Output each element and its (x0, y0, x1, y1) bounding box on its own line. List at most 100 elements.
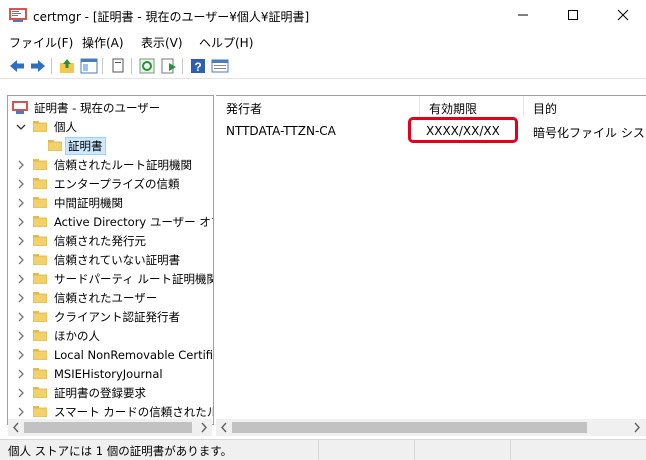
up-folder-icon[interactable] (58, 57, 76, 75)
tree-item-third-party-root[interactable]: サードパーティ ルート証明機関 (8, 269, 213, 288)
tree-item-label: クライアント認証発行者 (54, 309, 181, 324)
tree-item-label: 証明書 - 現在のユーザー (34, 100, 161, 115)
scroll-thumb[interactable] (232, 422, 587, 433)
scroll-right-icon[interactable] (199, 422, 209, 433)
toolbar-separator (51, 58, 52, 74)
tree-item-label: Local NonRemovable Certific (54, 347, 213, 362)
status-divider (318, 440, 320, 460)
tree-item-label: ほかの人 (54, 328, 100, 343)
tree-item-enrollment-requests[interactable]: 証明書の登録要求 (8, 383, 213, 402)
properties-icon[interactable] (211, 57, 229, 75)
tree-item-trusted-root[interactable]: 信頼されたルート証明機関 (8, 155, 213, 174)
status-divider (414, 440, 416, 460)
folder-icon (33, 406, 47, 417)
cell-issuer: NTTDATA-TTZN-CA (226, 124, 336, 138)
tree-item-personal[interactable]: 個人 (8, 117, 213, 136)
chevron-right-icon (18, 388, 24, 398)
tree-item-enterprise-trust[interactable]: エンタープライズの信頼 (8, 174, 213, 193)
tree-item-label: MSIEHistoryJournal (54, 366, 163, 381)
forward-arrow-icon[interactable] (29, 57, 47, 75)
column-header-expiration[interactable]: 有効期限 (429, 100, 477, 117)
folder-icon (33, 197, 47, 208)
close-button[interactable] (600, 0, 646, 30)
chevron-right-icon (18, 217, 24, 227)
tree-item-ad-user-object[interactable]: Active Directory ユーザー オブジ (8, 212, 213, 231)
show-hide-tree-icon[interactable] (80, 57, 98, 75)
column-header-purpose[interactable]: 目的 (533, 100, 557, 117)
folder-icon (33, 349, 47, 360)
help-icon[interactable]: ? (189, 57, 207, 75)
chevron-right-icon (18, 179, 24, 189)
chevron-right-icon (18, 198, 24, 208)
tree-item-client-auth-issuers[interactable]: クライアント認証発行者 (8, 307, 213, 326)
copy-icon[interactable] (109, 57, 127, 75)
tree-item-label: 信頼されたルート証明機関 (54, 157, 192, 172)
chevron-right-icon (18, 255, 24, 265)
scroll-left-icon[interactable] (11, 422, 21, 433)
window-title: certmgr - [証明書 - 現在のユーザー¥個人¥証明書] (33, 10, 310, 24)
menu-action[interactable]: 操作(A) (82, 34, 124, 51)
folder-icon (33, 216, 47, 227)
folder-icon (33, 121, 47, 132)
tree-item-intermediate[interactable]: 中間証明機関 (8, 193, 213, 212)
folder-icon (33, 159, 47, 170)
chevron-right-icon (18, 369, 24, 379)
column-divider[interactable] (523, 96, 524, 116)
column-divider[interactable] (419, 96, 420, 116)
tree-item-label: サードパーティ ルート証明機関 (54, 271, 213, 286)
tree-item-trusted-publishers[interactable]: 信頼された発行元 (8, 231, 213, 250)
toolbar-separator (182, 58, 183, 74)
tree-item-label: 信頼されていない証明書 (54, 252, 181, 267)
folder-icon (33, 292, 47, 303)
maximize-button[interactable] (550, 0, 596, 30)
folder-icon (33, 330, 47, 341)
chevron-right-icon (18, 160, 24, 170)
tree-item-other-people[interactable]: ほかの人 (8, 326, 213, 345)
chevron-right-icon (18, 274, 24, 284)
menu-view[interactable]: 表示(V) (141, 34, 183, 51)
tree-item-trusted-people[interactable]: 信頼されたユーザー (8, 288, 213, 307)
tree-item-label: 中間証明機関 (54, 195, 123, 210)
minimize-button[interactable] (500, 0, 546, 30)
tree-horizontal-scrollbar[interactable] (8, 419, 212, 436)
status-bar: 個人 ストアには 1 個の証明書があります。 (0, 439, 646, 460)
export-list-icon[interactable] (160, 57, 178, 75)
list-pane: 発行者 有効期限 目的 NTTDATA-TTZN-CA XXXX/XX/XX 暗… (216, 95, 646, 425)
tree-item-label: エンタープライズの信頼 (54, 176, 180, 191)
toolbar-separator (102, 58, 103, 74)
tree-item-untrusted[interactable]: 信頼されていない証明書 (8, 250, 213, 269)
tree-item-label: 証明書 (65, 136, 106, 155)
minimize-icon (518, 14, 528, 16)
back-arrow-icon[interactable] (8, 57, 26, 75)
folder-icon (33, 178, 47, 189)
close-icon (617, 9, 629, 21)
chevron-right-icon (18, 312, 24, 322)
tree-item-label: 信頼されたユーザー (54, 290, 158, 305)
refresh-icon[interactable] (138, 57, 156, 75)
tree-item-msie-history[interactable]: MSIEHistoryJournal (8, 364, 213, 383)
menu-file[interactable]: ファイル(F) (9, 34, 73, 51)
list-horizontal-scrollbar[interactable] (216, 419, 646, 436)
scroll-right-icon[interactable] (632, 422, 642, 433)
svg-text:?: ? (194, 60, 201, 74)
cell-purpose: 暗号化ファイル システム (533, 126, 646, 140)
tree-item-label: スマート カードの信頼されたルート (54, 404, 213, 419)
tree-item-label: 証明書の登録要求 (54, 385, 146, 400)
scroll-left-icon[interactable] (219, 422, 229, 433)
tree-pane: 証明書 - 現在のユーザー 個人 証明書 信頼されたルート証明機関 エンタープラ… (7, 95, 214, 425)
certmgr-app-icon (9, 8, 27, 22)
tree-item-local-nonremovable[interactable]: Local NonRemovable Certific (8, 345, 213, 364)
tree-root[interactable]: 証明書 - 現在のユーザー (8, 98, 213, 117)
menu-help[interactable]: ヘルプ(H) (199, 34, 253, 51)
maximize-icon (568, 10, 578, 20)
tree-item-certificates[interactable]: 証明書 (8, 136, 213, 155)
column-header-issuer[interactable]: 発行者 (226, 100, 262, 117)
toolbar-separator (131, 58, 132, 74)
certificate-store-icon (12, 101, 28, 114)
scroll-thumb[interactable] (24, 422, 192, 433)
folder-icon (33, 254, 47, 265)
tree-item-label: 信頼された発行元 (54, 233, 146, 248)
chevron-right-icon (18, 331, 24, 341)
folder-icon (33, 387, 47, 398)
toolbar: ? (0, 54, 646, 79)
